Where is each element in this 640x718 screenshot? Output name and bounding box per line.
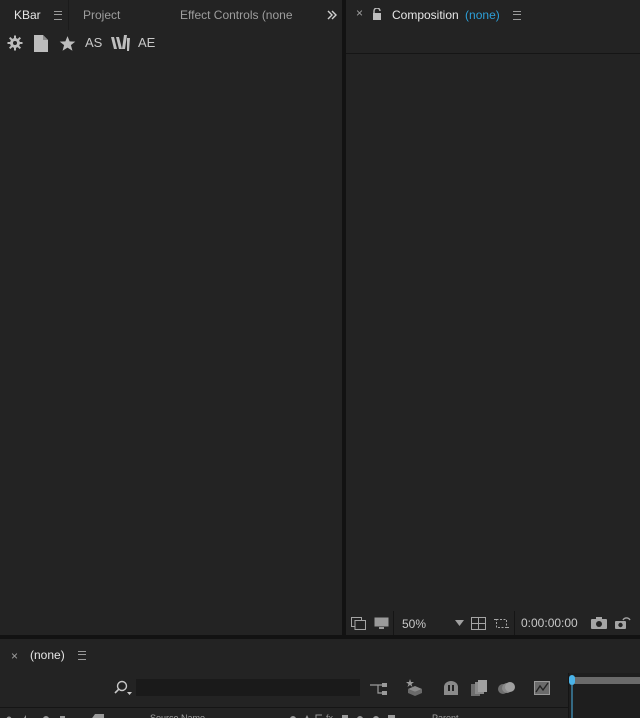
tab-kbar[interactable]: KBar <box>14 0 63 30</box>
chevron-down-icon <box>455 620 464 626</box>
show-snapshot-icon[interactable] <box>614 615 632 631</box>
region-of-interest-icon[interactable] <box>493 615 509 631</box>
zoom-value: 50% <box>402 617 427 631</box>
tab-project[interactable]: Project <box>83 0 120 30</box>
audio-visibility-icons <box>6 710 66 718</box>
composition-panel: × Composition (none) 50% 0:00:00:00 <box>346 0 640 635</box>
draft-3d-icon[interactable] <box>404 677 426 697</box>
frame-blending-icon[interactable] <box>469 679 489 697</box>
safe-margins-icon[interactable] <box>470 615 486 631</box>
tab-kbar-underline <box>0 29 68 30</box>
unlock-icon[interactable] <box>371 7 383 21</box>
close-icon[interactable]: × <box>11 649 18 663</box>
double-chevron-right-icon[interactable] <box>324 7 340 23</box>
source-name-column[interactable]: Source Name <box>150 708 205 718</box>
close-icon[interactable]: × <box>356 6 363 20</box>
timeline-panel: × (none) Source Name fx Parent <box>0 639 640 718</box>
tab-effect-controls[interactable]: Effect Controls (none <box>180 0 302 30</box>
work-area-bar[interactable] <box>571 677 640 684</box>
document-icon[interactable] <box>32 34 50 52</box>
monitor-icon[interactable] <box>373 615 389 631</box>
tab-timeline[interactable]: (none) <box>30 639 87 671</box>
timeline-tabbar: × (none) <box>0 639 640 671</box>
composition-title: Composition <box>392 8 459 22</box>
tab-separator <box>68 0 69 30</box>
playhead-line <box>571 685 573 718</box>
tab-project-label: Project <box>83 8 121 22</box>
ae-script-button[interactable]: AE <box>138 35 155 50</box>
tab-effect-controls-label: Effect Controls (none <box>180 8 293 22</box>
always-preview-icon[interactable] <box>350 615 366 631</box>
as-script-button[interactable]: AS <box>85 35 102 50</box>
panel-menu-icon[interactable] <box>54 11 63 21</box>
composition-tabbar: × Composition (none) <box>346 0 640 28</box>
ae-w-logo-icon[interactable] <box>110 34 130 52</box>
label-tag-icon <box>90 710 104 718</box>
svg-text:fx: fx <box>326 713 334 718</box>
left-panel-tabbar: KBar Project Effect Controls (none <box>0 0 342 30</box>
parent-column[interactable]: Parent <box>432 708 459 718</box>
star-icon[interactable] <box>58 34 76 52</box>
motion-blur-icon[interactable] <box>497 679 517 697</box>
timeline-title: (none) <box>30 648 65 662</box>
composition-subtitle: (none) <box>465 8 500 22</box>
timecode-display[interactable]: 0:00:00:00 <box>514 611 578 635</box>
shy-layers-icon[interactable] <box>440 679 462 697</box>
camera-snapshot-icon[interactable] <box>590 615 608 631</box>
left-panel: KBar Project Effect Controls (none AS AE <box>0 0 342 635</box>
search-icon[interactable] <box>112 679 134 697</box>
composition-mini-flowchart-icon[interactable] <box>369 679 389 697</box>
composition-viewer[interactable] <box>346 54 640 611</box>
time-ruler[interactable] <box>568 673 640 718</box>
graph-editor-icon[interactable] <box>532 679 552 697</box>
gear-icon[interactable] <box>6 34 24 52</box>
playhead-handle[interactable] <box>569 675 575 685</box>
panel-menu-icon[interactable] <box>513 11 522 21</box>
zoom-dropdown[interactable]: 50% <box>393 611 468 635</box>
composition-footer: 50% 0:00:00:00 <box>346 611 640 635</box>
panel-menu-icon[interactable] <box>78 651 87 661</box>
layer-column-header: Source Name fx Parent <box>0 707 568 718</box>
search-input[interactable] <box>136 679 360 696</box>
tab-composition[interactable]: Composition (none) <box>392 0 522 28</box>
tab-kbar-label: KBar <box>14 8 41 22</box>
switches-column-icons: fx <box>288 710 412 718</box>
